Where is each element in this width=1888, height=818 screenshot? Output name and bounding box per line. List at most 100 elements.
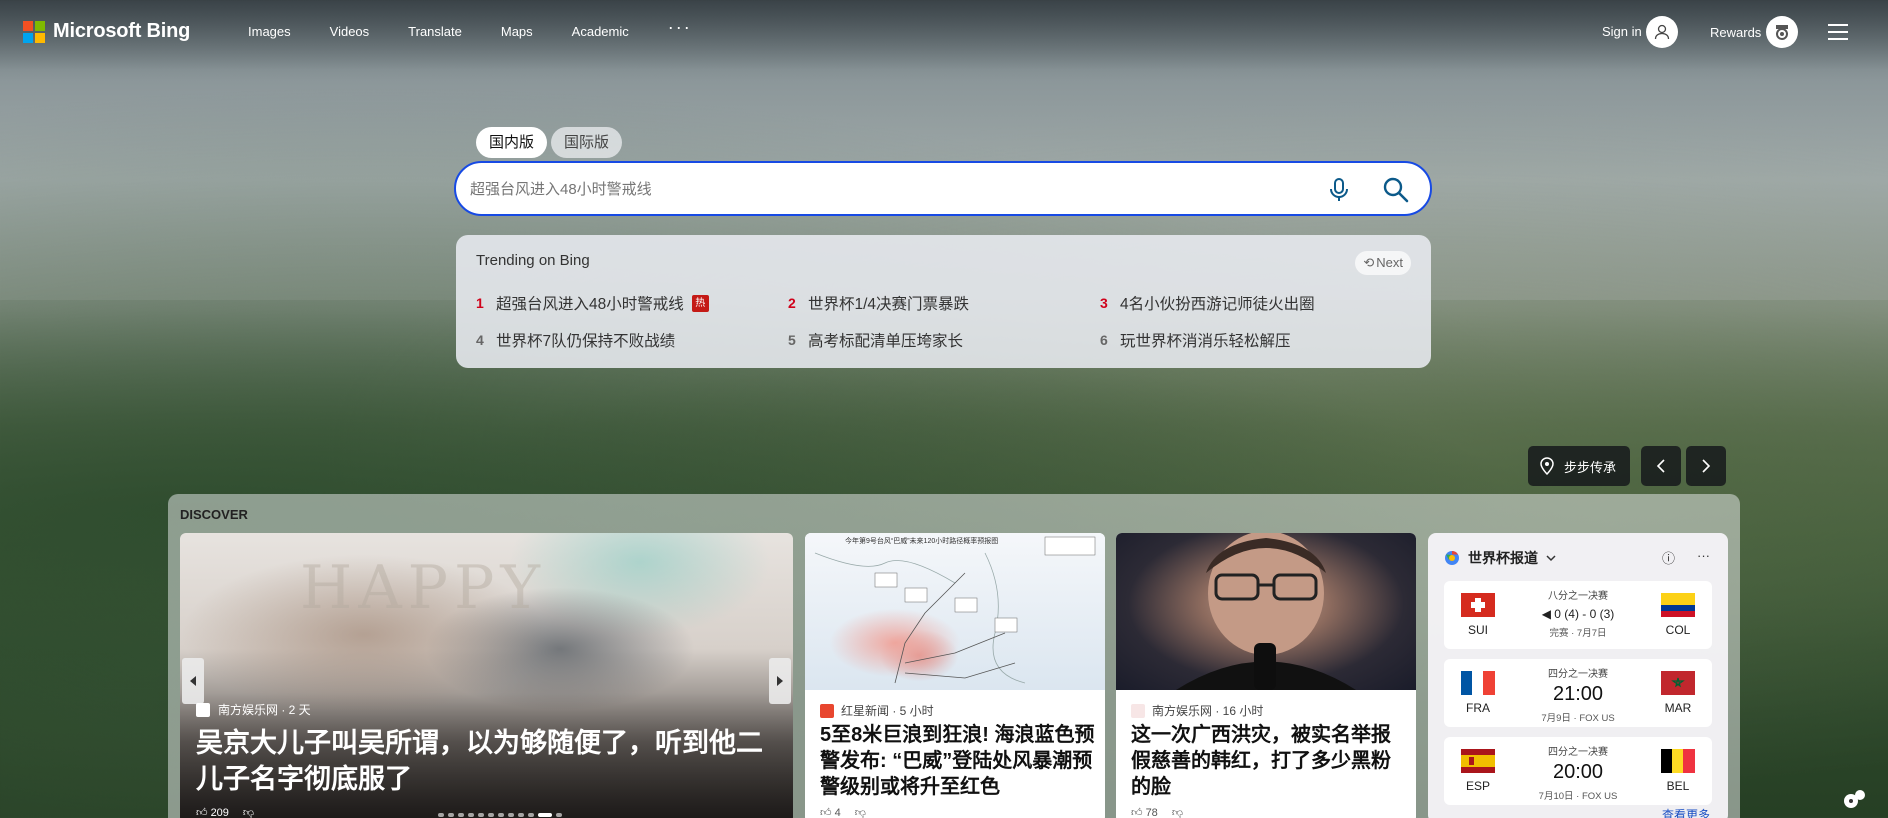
away-team-code: MAR [1664,701,1692,715]
search-icon[interactable] [1382,176,1410,204]
source-logo-icon [196,702,210,717]
location-pin-icon [1540,457,1554,475]
next-label: Next [1376,255,1403,270]
flag-mar-icon [1661,671,1695,695]
match-info: 八分之一决赛 ◀ 0 (4) - 0 (3) 完赛 · 7月7日 [1514,587,1642,639]
trending-item[interactable]: 6 玩世界杯消消乐轻松解压 [1100,329,1291,351]
match-stage: 八分之一决赛 [1548,591,1608,602]
like-icon[interactable]: 👍︎ 4 [820,806,841,818]
nav-maps[interactable]: Maps [501,24,533,39]
trending-panel: Trending on Bing ⟲ Next 1 超强台风进入48小时警戒线 … [456,235,1431,368]
match-score: ◀ 0 (4) - 0 (3) [1541,607,1615,621]
chevron-down-icon [1546,555,1556,562]
match-meta: 7月10日 · FOX US [1538,791,1618,802]
rewards-medal-icon[interactable] [1766,16,1798,48]
worldcup-widget: 世界杯报道 ⓘ ··· SUI 八分之一决赛 ◀ 0 (4) - 0 (3) 完… [1428,533,1728,818]
typhoon-map-image: 今年第9号台风“巴威”未来120小时路径概率预报图 [805,533,1105,690]
trending-next-button[interactable]: ⟲ Next [1355,251,1411,275]
caret-left-icon [190,676,196,686]
hero-next-button[interactable] [769,658,791,704]
trend-text: 世界杯7队仍保持不败战绩 [496,333,676,350]
dislike-icon[interactable]: 👎︎ [243,806,254,818]
hero-prev-button[interactable] [182,658,204,704]
trend-rank: 1 [476,295,484,311]
trending-item[interactable]: 4 世界杯7队仍保持不败战绩 [476,329,675,351]
hero-title: 吴京大儿子叫吴所谓，以为够随便了，听到他二儿子名字彻底服了 [196,728,763,794]
search-box [454,161,1432,216]
image-location-button[interactable]: 步步传承 [1528,446,1631,486]
card-reactions: 👍︎ 4 👎︎ [820,806,866,818]
info-icon[interactable]: ⓘ [1662,548,1675,567]
nav-images[interactable]: Images [248,24,291,39]
dislike-icon[interactable]: 👎︎ [1172,806,1183,818]
microsoft-logo-icon [23,20,45,43]
home-team: SUI [1458,593,1498,637]
trend-text: 高考标配清单压垮家长 [808,333,964,350]
match-time: 20:00 [1552,761,1604,783]
previous-image-button[interactable] [1641,446,1681,486]
hero-news-card[interactable]: HAPPY 南方娱乐网 · 2 天 吴京大儿子叫吴所谓，以为够随便了，听到他二儿… [180,533,793,818]
more-options-icon[interactable]: ··· [1697,548,1710,567]
signin-link[interactable]: Sign in [1602,24,1642,39]
news-card[interactable]: 今年第9号台风“巴威”未来120小时路径概率预报图 红星新闻 · 5 小时 5至… [805,533,1105,818]
hot-badge: 热 [691,294,709,312]
widget-header[interactable]: 世界杯报道 [1444,548,1556,568]
carousel-dots [438,813,562,817]
match-card[interactable]: SUI 八分之一决赛 ◀ 0 (4) - 0 (3) 完赛 · 7月7日 COL [1444,581,1712,649]
widget-title: 世界杯报道 [1468,550,1538,566]
trend-rank: 6 [1100,332,1108,348]
home-team: ESP [1458,749,1498,793]
trend-rank: 2 [788,295,796,311]
see-more-link[interactable]: 查看更多 [1662,806,1710,818]
like-count: 4 [834,807,841,818]
search-input[interactable] [470,176,1290,202]
trend-text: 玩世界杯消消乐轻松解压 [1120,333,1291,350]
like-icon[interactable]: 👍︎ 78 [1131,806,1158,818]
away-team: MAR [1658,671,1698,715]
user-icon[interactable] [1646,16,1678,48]
match-meta: 7月9日 · FOX US [1541,713,1615,724]
dislike-icon[interactable]: 👎︎ [855,806,866,818]
like-icon[interactable]: 👍︎ 209 [196,806,229,818]
trending-item[interactable]: 5 高考标配清单压垮家长 [788,329,963,351]
nav-more-icon[interactable]: ··· [668,18,692,37]
match-card[interactable]: FRA 四分之一决赛 21:00 7月9日 · FOX US MAR [1444,659,1712,727]
nav-translate[interactable]: Translate [408,24,462,39]
top-nav: Images Videos Translate Maps Academic ··… [248,18,692,39]
refresh-icon: ⟲ [1363,255,1375,270]
match-info: 四分之一决赛 21:00 7月9日 · FOX US [1514,665,1642,724]
caret-right-icon [777,676,783,686]
news-card[interactable]: 南方娱乐网 · 16 小时 这一次广西洪灾，被实名举报假慈善的韩红，打了多少黑粉… [1116,533,1416,818]
chevron-left-icon [1656,459,1665,473]
nav-videos[interactable]: Videos [330,24,370,39]
next-image-button[interactable] [1686,446,1726,486]
home-team-code: SUI [1467,623,1488,637]
match-info: 四分之一决赛 20:00 7月10日 · FOX US [1514,743,1642,802]
trending-item[interactable]: 1 超强台风进入48小时警戒线 热 [476,292,709,314]
logo-text: Microsoft Bing [53,20,191,42]
card-title: 这一次广西洪灾，被实名举报假慈善的韩红，打了多少黑粉的脸 [1131,724,1391,798]
trending-item[interactable]: 3 4名小伙扮西游记师徒火出圈 [1100,292,1315,314]
tab-domestic[interactable]: 国内版 [476,127,548,158]
bing-logo[interactable]: Microsoft Bing [23,20,190,43]
region-tabs: 国内版 国际版 [476,127,623,158]
microphone-icon[interactable] [1328,177,1350,203]
away-team: BEL [1658,749,1698,793]
trending-item[interactable]: 2 世界杯1/4决赛门票暴跌 [788,292,969,314]
flag-sui-icon [1461,593,1495,617]
card-source-text: 红星新闻 · 5 小时 [841,704,934,718]
away-team-code: BEL [1666,779,1690,793]
rewards-link[interactable]: Rewards [1710,25,1761,40]
location-label: 步步传承 [1564,459,1617,475]
menu-hamburger-icon[interactable] [1828,24,1848,40]
hero-photo-text: HAPPY [300,553,547,623]
match-card[interactable]: ESP 四分之一决赛 20:00 7月10日 · FOX US BEL [1444,737,1712,805]
discover-label: DISCOVER [180,507,248,522]
card-reactions: 👍︎ 78 👎︎ [1131,806,1183,818]
trend-text: 超强台风进入48小时警戒线 [496,296,684,313]
tab-international[interactable]: 国际版 [551,127,623,158]
nav-academic[interactable]: Academic [572,24,629,39]
chat-feedback-icon[interactable] [1842,786,1868,812]
flag-fra-icon [1461,671,1495,695]
trending-title: Trending on Bing [476,252,590,269]
